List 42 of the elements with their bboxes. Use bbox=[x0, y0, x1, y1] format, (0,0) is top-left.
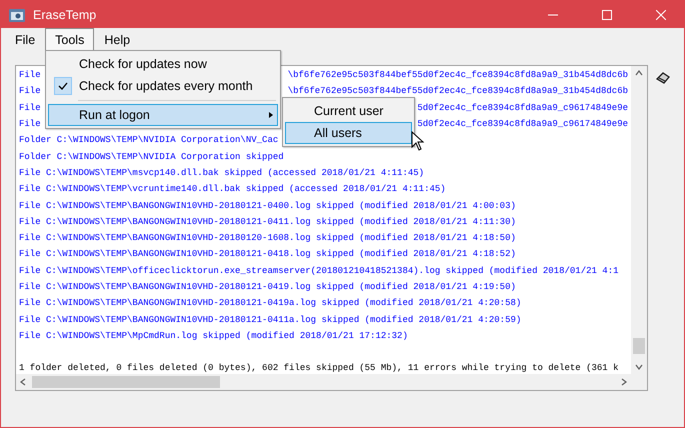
menu-item[interactable]: Check for updates every month bbox=[48, 75, 278, 97]
log-line: File C:\WINDOWS\TEMP\BANGONGWIN10VHD-20180121-0400.log skipped (modified 2018/01/21 4:00:03) bbox=[19, 200, 516, 211]
log-line: File bbox=[19, 102, 41, 113]
menu-item[interactable]: Current user bbox=[285, 100, 412, 122]
summary-text: 1 folder deleted, 0 files deleted (0 bytes), 602 files skipped (55 Mb), 11 errors while trying to delete (361 k bbox=[19, 363, 618, 374]
mouse-pointer-icon bbox=[411, 131, 425, 151]
log-line: \bf6fe762e95c503f844bef55d0f2ec4c_fce8394c8fd8a9a9_31b454d8dc6b bbox=[288, 70, 628, 80]
scrollbar-thumb[interactable] bbox=[32, 376, 220, 388]
log-line: File bbox=[19, 86, 41, 96]
menu-title[interactable]: Help bbox=[94, 28, 140, 50]
window-title: EraseTemp bbox=[33, 8, 98, 22]
scroll-down-icon[interactable] bbox=[635, 363, 643, 371]
eraser-icon[interactable] bbox=[656, 72, 670, 84]
submenu-item[interactable]: Run at logon bbox=[48, 104, 278, 126]
menu-title[interactable]: File bbox=[5, 28, 46, 50]
log-line: File C:\WINDOWS\TEMP\BANGONGWIN10VHD-20180120-1608.log skipped (modified 2018/01/21 4:18:50) bbox=[19, 233, 516, 244]
log-line: File bbox=[19, 119, 41, 130]
log-line: \bf6fe762e95c503f844bef55d0f2ec4c_fce8394c8fd8a9a9_31b454d8dc6b bbox=[288, 86, 628, 96]
menu-item[interactable]: Check for updates now bbox=[48, 53, 278, 75]
menu-item[interactable]: All users bbox=[285, 122, 412, 144]
scroll-up-icon[interactable] bbox=[635, 69, 643, 77]
log-line: File C:\WINDOWS\TEMP\MpCmdRun.log skipped (modified 2018/01/21 17:12:32) bbox=[19, 330, 408, 341]
menu-title[interactable]: Tools bbox=[45, 28, 94, 50]
log-line: 5d0f2ec4c_fce8394c8fd8a9a9_c96174849e9e bbox=[417, 102, 628, 113]
log-line: File C:\WINDOWS\TEMP\vcruntime140.dll.bak skipped (accessed 2018/01/21 4:11:45) bbox=[19, 184, 446, 194]
log-line: Folder C:\WINDOWS\TEMP\NVIDIA Corporation skipped bbox=[19, 152, 284, 162]
scroll-right-icon[interactable] bbox=[620, 378, 628, 386]
folder-app-icon bbox=[9, 8, 25, 22]
log-line: File C:\WINDOWS\TEMP\officeclicktorun.exe_streamserver(201801210418521384).log skipped (modified 2018/01/21 4:1 bbox=[19, 266, 618, 276]
log-line: 5d0f2ec4c_fce8394c8fd8a9a9_c96174849e9e bbox=[417, 119, 628, 130]
log-line: File C:\WINDOWS\TEMP\BANGONGWIN10VHD-20180121-0419.log skipped (modified 2018/01/21 4:19:50) bbox=[19, 282, 516, 292]
log-line: File C:\WINDOWS\TEMP\BANGONGWIN10VHD-20180121-0419a.log skipped (modified 2018/01/21 4:20:58) bbox=[19, 298, 522, 308]
scrollbar-thumb[interactable] bbox=[633, 338, 645, 354]
log-line: File C:\WINDOWS\TEMP\msvcp140.dll.bak skipped (accessed 2018/01/21 4:11:45) bbox=[19, 168, 424, 178]
log-line: File C:\WINDOWS\TEMP\BANGONGWIN10VHD-20180121-0411.log skipped (modified 2018/01/21 4:11:30) bbox=[19, 216, 516, 227]
log-line: Folder C:\WINDOWS\TEMP\NVIDIA Corporation\NV_Cac bbox=[19, 135, 278, 146]
vertical-scrollbar[interactable] bbox=[631, 66, 647, 374]
horizontal-scrollbar[interactable] bbox=[16, 374, 631, 390]
scroll-left-icon[interactable] bbox=[19, 378, 27, 386]
log-line: File bbox=[19, 70, 41, 80]
log-line: File C:\WINDOWS\TEMP\BANGONGWIN10VHD-20180121-0411a.log skipped (modified 2018/01/21 4:20:59) bbox=[19, 314, 522, 325]
log-line: File C:\WINDOWS\TEMP\BANGONGWIN10VHD-20180121-0418.log skipped (modified 2018/01/21 4:18:52) bbox=[19, 249, 516, 260]
